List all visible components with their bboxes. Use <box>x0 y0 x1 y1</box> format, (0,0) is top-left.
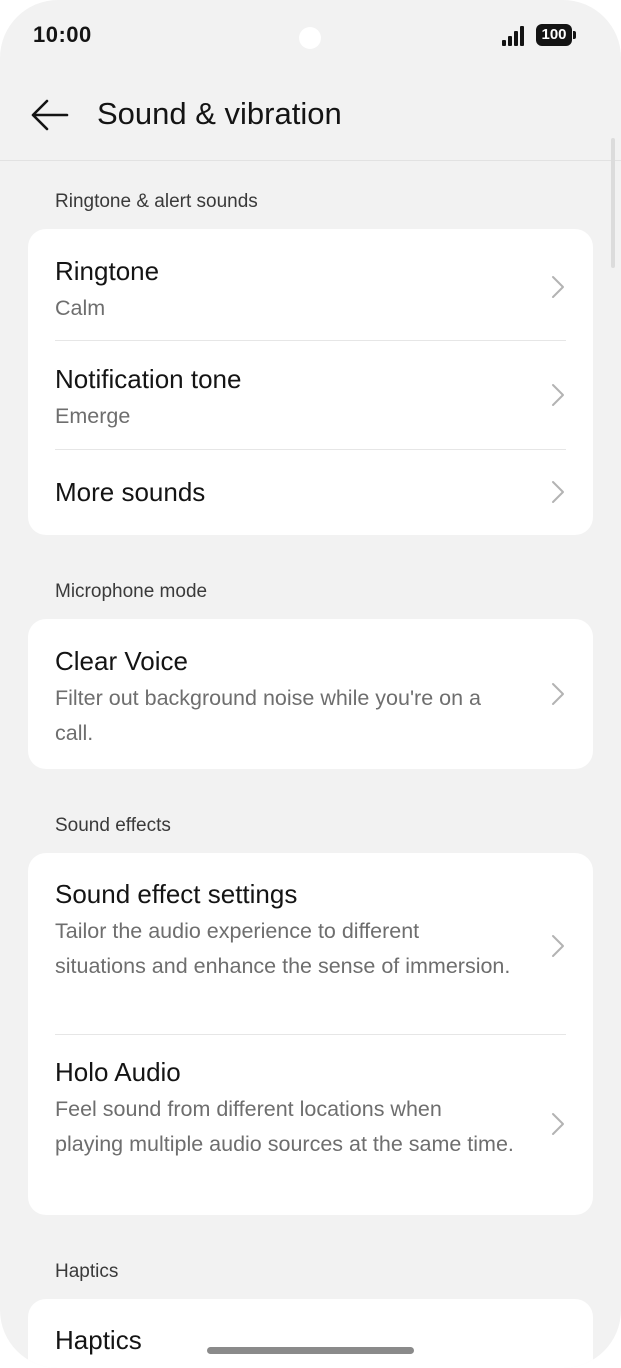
status-bar: 10:00 100 <box>0 0 621 70</box>
list-item-sound-effect-settings[interactable]: Sound effect settings Tailor the audio e… <box>28 853 593 1034</box>
app-header: Sound & vibration <box>0 80 621 161</box>
item-subtitle: Feel sound from different locations when… <box>55 1097 514 1156</box>
item-subtitle: Emerge <box>55 404 131 428</box>
status-time: 10:00 <box>33 22 92 47</box>
item-title: Notification tone <box>55 364 242 394</box>
card-sound-effects: Sound effect settings Tailor the audio e… <box>28 853 593 1215</box>
list-item-haptics[interactable]: Haptics <box>28 1299 593 1368</box>
back-arrow-icon[interactable] <box>30 97 70 133</box>
item-title: Clear Voice <box>55 646 188 676</box>
item-subtitle: Filter out background noise while you're… <box>55 686 481 745</box>
card-ringtone: Ringtone Calm Notification tone Emerge M… <box>28 229 593 535</box>
chevron-right-icon <box>552 683 564 705</box>
card-haptics: Haptics <box>28 1299 593 1368</box>
list-item-ringtone[interactable]: Ringtone Calm <box>28 229 593 341</box>
list-item-holo-audio[interactable]: Holo Audio Feel sound from different loc… <box>28 1035 593 1215</box>
chevron-right-icon <box>552 935 564 957</box>
chevron-right-icon <box>552 276 564 298</box>
item-title: More sounds <box>55 477 206 507</box>
front-camera <box>299 27 321 49</box>
list-item-more-sounds[interactable]: More sounds <box>28 450 593 535</box>
home-indicator[interactable] <box>207 1347 414 1354</box>
section-label-sound-effects: Sound effects <box>55 815 171 836</box>
section-label-haptics: Haptics <box>55 1261 119 1282</box>
scrollbar[interactable] <box>611 138 615 268</box>
list-item-notification-tone[interactable]: Notification tone Emerge <box>28 341 593 449</box>
section-label-microphone: Microphone mode <box>55 581 208 602</box>
item-title: Haptics <box>55 1325 142 1355</box>
item-title: Ringtone <box>55 256 160 286</box>
section-label-ringtone: Ringtone & alert sounds <box>55 191 258 212</box>
chevron-right-icon <box>552 384 564 406</box>
card-microphone: Clear Voice Filter out background noise … <box>28 619 593 769</box>
item-subtitle: Calm <box>55 296 106 320</box>
signal-icon <box>502 26 526 46</box>
chevron-right-icon <box>552 481 564 503</box>
battery-icon: 100 <box>536 24 576 46</box>
item-title: Holo Audio <box>55 1057 181 1087</box>
chevron-right-icon <box>552 1113 564 1135</box>
page-title: Sound & vibration <box>97 96 342 131</box>
item-title: Sound effect settings <box>55 879 298 909</box>
list-item-clear-voice[interactable]: Clear Voice Filter out background noise … <box>28 619 593 769</box>
item-subtitle: Tailor the audio experience to different… <box>55 919 511 978</box>
phone-screen: 10:00 100 Sound & vibration Ringtone & a… <box>0 0 621 1368</box>
